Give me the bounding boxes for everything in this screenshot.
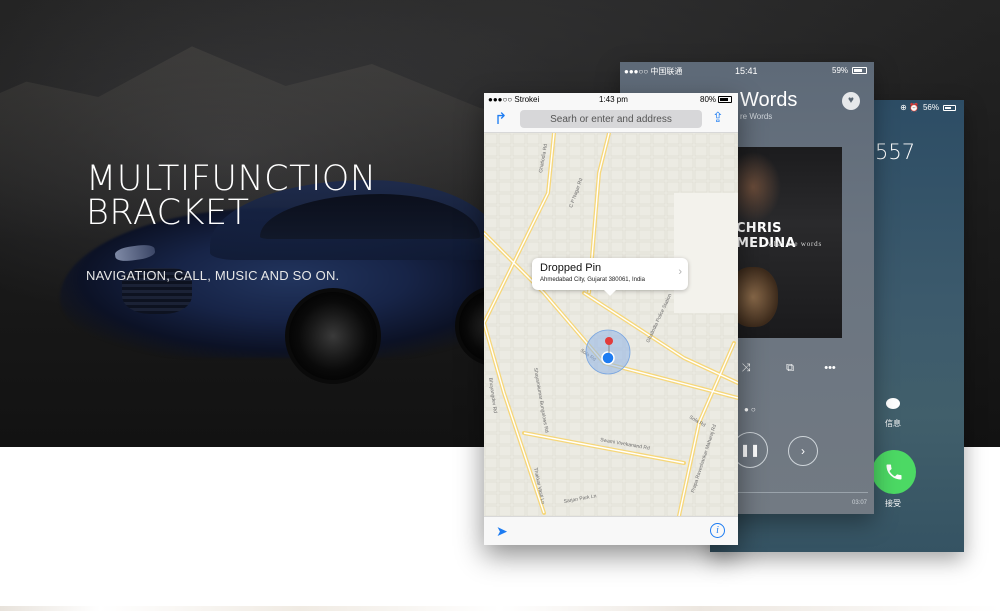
pin-address: Ahmedabad City, Gujarat 380061, India <box>540 277 645 283</box>
next-button[interactable]: › <box>788 436 818 466</box>
hero-subtitle: NAVIGATION, CALL, MUSIC AND SO ON. <box>86 268 340 283</box>
album-subtitle: what are words <box>768 240 822 248</box>
song-title: Words <box>740 89 798 111</box>
location-arrow-icon[interactable]: ➤ <box>496 523 508 540</box>
phone-icon <box>886 464 902 480</box>
pin-title: Dropped Pin <box>540 262 602 274</box>
hero-title: MULTIFUNCTION BRACKET <box>86 159 377 233</box>
battery-icon <box>852 67 867 74</box>
map-status-bar: ●●●○○ Strokei 1:43 pm 80% <box>484 93 738 107</box>
music-carrier: ●●●○○ 中国联通 <box>624 67 683 76</box>
hero-title-line1: MULTIFUNCTION <box>86 159 377 199</box>
message-icon[interactable] <box>886 398 900 409</box>
music-time: 15:41 <box>735 66 758 76</box>
guitar-shape <box>738 267 778 327</box>
map-bottom-bar: ➤ i <box>484 516 738 545</box>
heart-icon[interactable]: ♥ <box>842 92 860 110</box>
track-elapsed-time: 03:07 <box>852 500 868 506</box>
bottom-decor-strip <box>0 606 1000 611</box>
hero-title-line2: BRACKET <box>86 193 250 233</box>
map-battery-percent: 80% <box>700 95 717 104</box>
map-time: 1:43 pm <box>599 95 628 104</box>
repeat-icon[interactable]: ⧉ <box>780 358 800 378</box>
call-battery-percent: 56% <box>922 103 939 112</box>
shuffle-icon[interactable]: ⤨ <box>736 358 756 378</box>
map-phone-screen: ●●●○○ Strokei 1:43 pm 80% ↱ ⇪ <box>484 93 738 545</box>
car-front-wheel <box>285 288 381 384</box>
map-nav-bar: ↱ ⇪ <box>484 107 738 133</box>
track-progress-bar[interactable] <box>738 492 868 493</box>
battery-icon <box>718 96 732 103</box>
status-icons: ⊕ ⏰ <box>900 103 919 112</box>
chevron-right-icon[interactable]: › <box>678 266 682 278</box>
album-art: CHRIS MEDINA what are words <box>738 147 842 338</box>
directions-arrow-icon[interactable]: ↱ <box>494 109 507 129</box>
message-label: 信息 <box>885 419 901 428</box>
info-icon[interactable]: i <box>710 523 725 538</box>
share-icon[interactable]: ⇪ <box>712 109 724 126</box>
map-search-input[interactable] <box>520 110 702 128</box>
accept-call-button[interactable] <box>872 450 916 494</box>
map-carrier: ●●●○○ Strokei <box>488 95 540 104</box>
accept-call-label: 接受 <box>885 499 901 508</box>
music-battery-percent: 59% <box>832 66 849 75</box>
music-status-bar: ●●●○○ 中国联通 15:41 59% <box>620 62 874 80</box>
dropped-pin-callout[interactable]: Dropped Pin Ahmedabad City, Gujarat 3800… <box>532 258 688 296</box>
battery-icon <box>943 104 956 111</box>
song-subtitle: re Words <box>740 112 773 121</box>
caller-number: 557 <box>875 140 916 164</box>
page-dots: ●○ <box>744 405 758 414</box>
more-icon[interactable]: ••• <box>820 358 840 378</box>
call-status-bar: ⊕ ⏰ 56% <box>900 103 956 112</box>
map-view[interactable]: Ghatlodia Rd C P Nagar Rd Sola Rd Shayam… <box>484 133 738 516</box>
